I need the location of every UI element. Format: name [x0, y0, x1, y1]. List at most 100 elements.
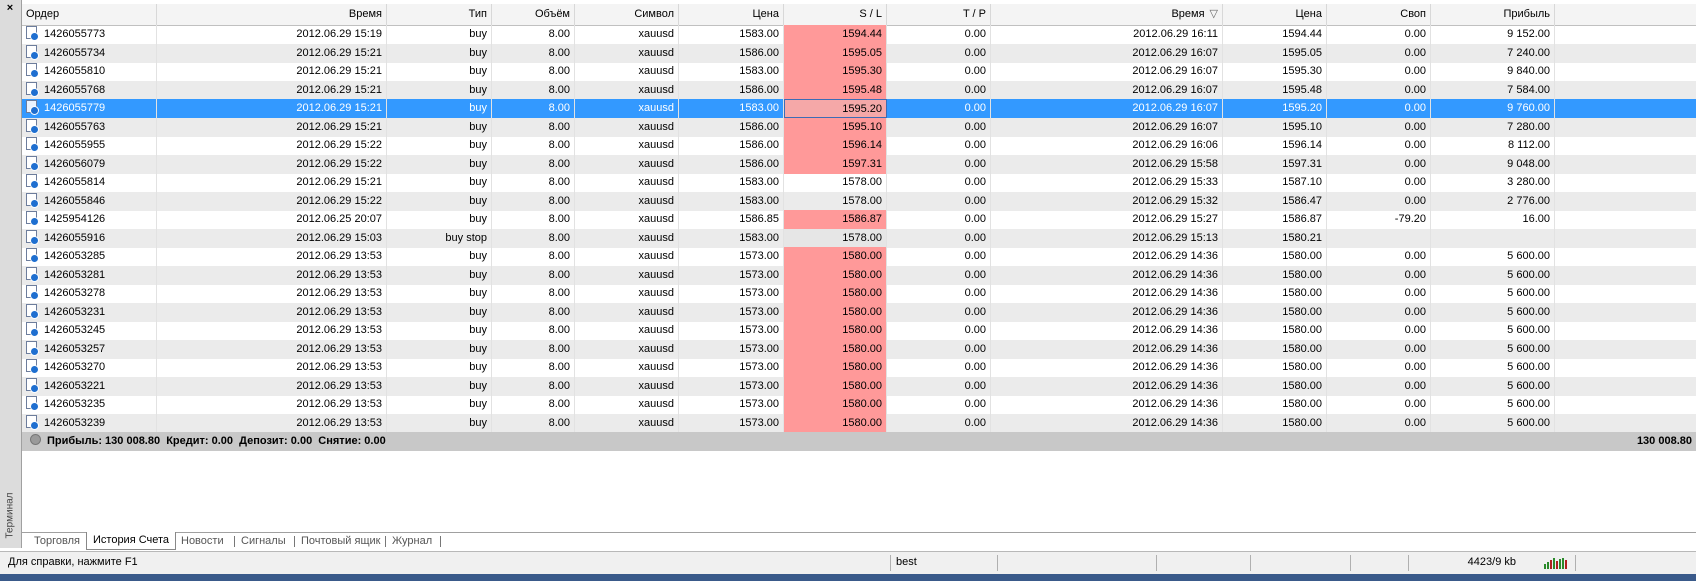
cell-value: 0.00 [1404, 47, 1426, 59]
cell-value: 1426053257 [44, 343, 106, 355]
cell-order: 1426055734 [22, 44, 157, 63]
header-col-close-time[interactable]: Время ▽ [991, 4, 1223, 25]
table-row[interactable]: 1426056079 2012.06.29 15:22 buy 8.00 xauusd 1… [22, 155, 1696, 174]
cell-stop-loss: 1595.10 [784, 118, 887, 137]
cell-open-time: 2012.06.29 13:53 [157, 377, 387, 396]
table-row[interactable]: 1426055773 2012.06.29 15:19 buy 8.00 xauusd 1… [22, 25, 1696, 44]
cell-close-time: 2012.06.29 16:11 [991, 25, 1223, 44]
cell-type: buy [387, 266, 492, 285]
table-row[interactable]: 1426053278 2012.06.29 13:53 buy 8.00 xauusd 1… [22, 284, 1696, 303]
cell-value: 1426053285 [44, 250, 106, 262]
cell-order: 1426055773 [22, 25, 157, 44]
table-row[interactable]: 1426055768 2012.06.29 15:21 buy 8.00 xauusd 1… [22, 81, 1696, 100]
table-row[interactable]: 1426053231 2012.06.29 13:53 buy 8.00 xauusd 1… [22, 303, 1696, 322]
cell-value: 2012.06.29 15:32 [1132, 195, 1218, 207]
tab-3[interactable]: Сигналы [235, 533, 292, 550]
cell-value: 1426055768 [44, 84, 106, 96]
cell-order: 1426053285 [22, 247, 157, 266]
cell-close-time: 2012.06.29 15:58 [991, 155, 1223, 174]
cell-value: 1583.00 [739, 65, 779, 77]
cell-volume: 8.00 [492, 266, 575, 285]
tab-2[interactable]: Новости [175, 533, 230, 550]
cell-value: 0.00 [964, 139, 986, 151]
cell-order: 1426055779 [22, 99, 157, 118]
cell-value: 0.00 [1404, 250, 1426, 262]
tab-0[interactable]: Торговля [28, 533, 86, 550]
table-row[interactable]: 1426055734 2012.06.29 15:21 buy 8.00 xauusd 1… [22, 44, 1696, 63]
tab-5[interactable]: Журнал [386, 533, 438, 550]
table-row[interactable]: 1425954126 2012.06.25 20:07 buy 8.00 xauusd 1… [22, 210, 1696, 229]
cell-value: 2012.06.29 14:36 [1132, 269, 1218, 281]
cell-value: 2 776.00 [1507, 195, 1550, 207]
table-row[interactable]: 1426053245 2012.06.29 13:53 buy 8.00 xauusd 1… [22, 321, 1696, 340]
close-icon[interactable]: × [2, 1, 18, 15]
cell-value: 0.00 [1404, 195, 1426, 207]
header-col-type[interactable]: Тип [387, 4, 492, 25]
header-col-open-time[interactable]: Время [157, 4, 387, 25]
header-col-order[interactable]: Ордер [22, 4, 157, 25]
table-row[interactable]: 1426053235 2012.06.29 13:53 buy 8.00 xauusd 1… [22, 395, 1696, 414]
cell-swap: 0.00 [1327, 25, 1431, 44]
table-row[interactable]: 1426053221 2012.06.29 13:53 buy 8.00 xauusd 1… [22, 377, 1696, 396]
order-document-icon [26, 193, 39, 208]
cell-value: 0.00 [964, 398, 986, 410]
tab-4[interactable]: Почтовый ящик [295, 533, 386, 550]
table-row[interactable]: 1426053285 2012.06.29 13:53 buy 8.00 xauusd 1… [22, 247, 1696, 266]
cell-value: 1586.00 [739, 47, 779, 59]
table-row[interactable]: 1426053270 2012.06.29 13:53 buy 8.00 xauusd 1… [22, 358, 1696, 377]
table-row[interactable]: 1426055846 2012.06.29 15:22 buy 8.00 xauusd 1… [22, 192, 1696, 211]
cell-symbol: xauusd [575, 321, 679, 340]
table-row[interactable]: 1426053281 2012.06.29 13:53 buy 8.00 xauusd 1… [22, 266, 1696, 285]
cell-value: 8.00 [548, 176, 570, 188]
header-col-open-price[interactable]: Цена [679, 4, 784, 25]
cell-close-price: 1580.21 [1223, 229, 1327, 248]
table-row[interactable]: 1426055955 2012.06.29 15:22 buy 8.00 xauusd 1… [22, 136, 1696, 155]
table-row[interactable]: 1426055763 2012.06.29 15:21 buy 8.00 xauusd 1… [22, 118, 1696, 137]
cell-value: 1426053231 [44, 306, 106, 318]
table-row[interactable]: 1426053239 2012.06.29 13:53 buy 8.00 xauusd 1… [22, 414, 1696, 433]
cell-value: 1580.00 [842, 269, 882, 281]
cell-volume: 8.00 [492, 303, 575, 322]
cell-volume: 8.00 [492, 284, 575, 303]
cell-volume: 8.00 [492, 136, 575, 155]
cell-stop-loss: 1578.00 [784, 173, 887, 192]
cell-volume: 8.00 [492, 118, 575, 137]
header-col-symbol[interactable]: Символ [575, 4, 679, 25]
table-row[interactable]: 1426055814 2012.06.29 15:21 buy 8.00 xauusd 1… [22, 173, 1696, 192]
cell-value: 2012.06.29 13:53 [296, 398, 382, 410]
cell-value: 2012.06.29 16:07 [1132, 65, 1218, 77]
cell-profit: 5 600.00 [1431, 321, 1555, 340]
cell-value: 1586.00 [739, 139, 779, 151]
header-col-stop-loss[interactable]: S / L [784, 4, 887, 25]
cell-value: buy [469, 28, 487, 40]
cell-order: 1426055955 [22, 136, 157, 155]
cell-value: 1583.00 [739, 102, 779, 114]
cell-value: 5 600.00 [1507, 417, 1550, 429]
cell-value: 0.00 [964, 269, 986, 281]
table-row[interactable]: 1426055810 2012.06.29 15:21 buy 8.00 xauusd 1… [22, 62, 1696, 81]
order-document-icon [26, 156, 39, 171]
cell-volume: 8.00 [492, 210, 575, 229]
cell-value: 0.00 [964, 213, 986, 225]
cell-close-time: 2012.06.29 16:07 [991, 99, 1223, 118]
header-col-profit[interactable]: Прибыль [1431, 4, 1555, 25]
cell-value: buy [469, 65, 487, 77]
cell-stop-loss: 1580.00 [784, 321, 887, 340]
cell-take-profit: 0.00 [887, 136, 991, 155]
header-col-close-price[interactable]: Цена [1223, 4, 1327, 25]
header-col-take-profit[interactable]: T / P [887, 4, 991, 25]
table-row[interactable]: 1426053257 2012.06.29 13:53 buy 8.00 xauusd 1… [22, 340, 1696, 359]
cell-type: buy [387, 99, 492, 118]
cell-order: 1426055768 [22, 81, 157, 100]
header-col-swap[interactable]: Своп [1327, 4, 1431, 25]
tab-1[interactable]: История Счета [86, 532, 177, 550]
header-col-volume[interactable]: Объём [492, 4, 575, 25]
cell-order: 1426053270 [22, 358, 157, 377]
table-row[interactable]: 1426055779 2012.06.29 15:21 buy 8.00 xauusd 1… [22, 99, 1696, 118]
table-row[interactable]: 1426055916 2012.06.29 15:03 buy stop 8.00 xa… [22, 229, 1696, 248]
cell-type: buy [387, 414, 492, 433]
cell-open-time: 2012.06.29 15:21 [157, 62, 387, 81]
cell-value: 0.00 [1404, 361, 1426, 373]
cell-value: 2012.06.29 13:53 [296, 269, 382, 281]
cell-take-profit: 0.00 [887, 229, 991, 248]
